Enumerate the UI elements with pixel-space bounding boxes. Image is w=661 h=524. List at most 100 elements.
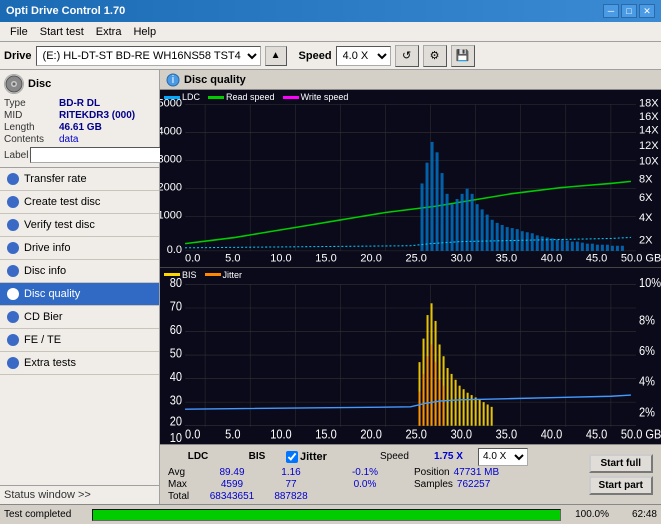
sidebar-item-extra-tests[interactable]: Extra tests xyxy=(0,352,159,375)
jitter-checkbox[interactable] xyxy=(286,451,298,463)
settings-button[interactable]: ⚙ xyxy=(423,45,447,67)
svg-text:20.0: 20.0 xyxy=(360,252,381,264)
save-button[interactable]: 💾 xyxy=(451,45,475,67)
create-test-disc-icon xyxy=(6,195,20,209)
drive-select[interactable]: (E:) HL-DT-ST BD-RE WH16NS58 TST4 xyxy=(36,46,261,66)
svg-text:45.0: 45.0 xyxy=(586,426,608,441)
svg-text:10: 10 xyxy=(170,430,183,444)
menu-file[interactable]: File xyxy=(4,25,34,39)
cd-bier-icon xyxy=(6,310,20,324)
statusbar: Test completed 100.0% 62:48 xyxy=(0,504,661,524)
sidebar-item-fe-te-label: FE / TE xyxy=(24,334,61,346)
svg-text:20: 20 xyxy=(170,413,183,428)
legend-ldc: LDC xyxy=(164,92,200,102)
disc-quality-title: Disc quality xyxy=(184,74,246,86)
speed-col-label: Speed xyxy=(380,451,430,462)
status-window-button[interactable]: Status window >> xyxy=(0,485,159,504)
menu-start-test[interactable]: Start test xyxy=(34,25,90,39)
svg-text:1000: 1000 xyxy=(160,210,182,222)
speed-label: Speed xyxy=(299,50,332,62)
svg-text:0.0: 0.0 xyxy=(167,244,182,256)
sidebar-item-extra-tests-label: Extra tests xyxy=(24,357,76,369)
sidebar-item-disc-quality[interactable]: Disc quality xyxy=(0,283,159,306)
svg-text:5.0: 5.0 xyxy=(225,252,240,264)
disc-type-label: Type xyxy=(4,98,59,109)
stats-main-row: LDC BIS Jitter Speed 1.75 X 4.0 X xyxy=(164,448,657,502)
legend-bis-label: BIS xyxy=(182,270,197,280)
max-jitter: 0.0% xyxy=(320,479,410,490)
chart1-svg: 5000 4000 3000 2000 1000 0.0 18X 16X 14X… xyxy=(160,90,661,267)
position-label: Position xyxy=(414,467,450,478)
total-bis: 887828 xyxy=(266,491,316,502)
sidebar-item-cd-bier-label: CD Bier xyxy=(24,311,63,323)
total-label: Total xyxy=(168,491,198,502)
legend-ldc-color xyxy=(164,96,180,99)
svg-text:45.0: 45.0 xyxy=(586,252,607,264)
progress-bar-fill xyxy=(93,510,560,520)
avg-bis: 1.16 xyxy=(266,467,316,478)
svg-text:10.0: 10.0 xyxy=(270,426,292,441)
col-jitter-check: Jitter xyxy=(286,451,376,463)
jitter-label: Jitter xyxy=(300,451,327,463)
close-button[interactable]: ✕ xyxy=(639,4,655,18)
disc-contents-value: data xyxy=(59,134,78,145)
stats-bar: LDC BIS Jitter Speed 1.75 X 4.0 X xyxy=(160,444,661,504)
legend-write-speed: Write speed xyxy=(283,92,349,102)
sidebar-item-disc-quality-label: Disc quality xyxy=(24,288,80,300)
svg-text:25.0: 25.0 xyxy=(405,426,427,441)
disc-contents-row: Contents data xyxy=(4,134,155,145)
sidebar-item-disc-info[interactable]: Disc info xyxy=(0,260,159,283)
menu-help[interactable]: Help xyxy=(127,25,162,39)
stats-buttons: Start full Start part xyxy=(585,448,657,502)
sidebar-item-verify-test-disc[interactable]: Verify test disc xyxy=(0,214,159,237)
menu-extra[interactable]: Extra xyxy=(90,25,128,39)
sidebar-item-drive-info[interactable]: Drive info xyxy=(0,237,159,260)
legend-write-speed-color xyxy=(283,96,299,99)
chart1-legend: LDC Read speed Write speed xyxy=(164,92,348,102)
max-ldc: 4599 xyxy=(202,479,262,490)
disc-length-row: Length 46.61 GB xyxy=(4,122,155,133)
svg-text:2X: 2X xyxy=(639,235,653,247)
svg-text:8X: 8X xyxy=(639,173,653,185)
start-part-button[interactable]: Start part xyxy=(589,476,653,495)
disc-length-value: 46.61 GB xyxy=(59,122,155,133)
sidebar-item-create-test-disc-label: Create test disc xyxy=(24,196,100,208)
svg-text:4000: 4000 xyxy=(160,125,182,137)
svg-text:40.0: 40.0 xyxy=(541,426,563,441)
legend-jitter-label: Jitter xyxy=(223,270,243,280)
disc-label-input[interactable] xyxy=(30,147,164,163)
svg-text:4%: 4% xyxy=(639,373,655,388)
disc-mid-value: RITEKDR3 (000) xyxy=(59,110,155,121)
disc-label-label: Label xyxy=(4,150,28,161)
svg-text:50.0 GB: 50.0 GB xyxy=(621,426,661,441)
disc-quality-header: i Disc quality xyxy=(160,70,661,90)
speed-select-stats[interactable]: 4.0 X xyxy=(478,448,528,466)
sidebar-item-fe-te[interactable]: FE / TE xyxy=(0,329,159,352)
disc-title: Disc xyxy=(28,78,51,90)
sidebar-item-transfer-rate-label: Transfer rate xyxy=(24,173,87,185)
refresh-button[interactable]: ↺ xyxy=(395,45,419,67)
speed-select[interactable]: 4.0 X 1.0 X 2.0 X 6.0 X 8.0 X xyxy=(336,46,391,66)
fe-te-icon xyxy=(6,333,20,347)
start-full-button[interactable]: Start full xyxy=(589,454,653,473)
svg-text:3000: 3000 xyxy=(160,154,182,166)
eject-button[interactable]: ▲ xyxy=(265,46,287,66)
svg-text:30.0: 30.0 xyxy=(451,252,472,264)
svg-text:15.0: 15.0 xyxy=(315,252,336,264)
transfer-rate-icon xyxy=(6,172,20,186)
legend-ldc-label: LDC xyxy=(182,92,200,102)
chart2-svg: 80 70 60 50 40 30 20 10 10% 8% 6% 4% 2% … xyxy=(160,268,661,445)
disc-type-row: Type BD-R DL xyxy=(4,98,155,109)
sidebar-item-create-test-disc[interactable]: Create test disc xyxy=(0,191,159,214)
maximize-button[interactable]: □ xyxy=(621,4,637,18)
svg-text:0.0: 0.0 xyxy=(185,252,200,264)
sidebar-item-cd-bier[interactable]: CD Bier xyxy=(0,306,159,329)
disc-panel: Disc Type BD-R DL MID RITEKDR3 (000) Len… xyxy=(0,70,159,168)
legend-bis-color xyxy=(164,273,180,276)
legend-bis: BIS xyxy=(164,270,197,280)
sidebar-item-transfer-rate[interactable]: Transfer rate xyxy=(0,168,159,191)
extra-tests-icon xyxy=(6,356,20,370)
main-layout: Disc Type BD-R DL MID RITEKDR3 (000) Len… xyxy=(0,70,661,504)
minimize-button[interactable]: ─ xyxy=(603,4,619,18)
svg-text:10X: 10X xyxy=(639,156,659,168)
